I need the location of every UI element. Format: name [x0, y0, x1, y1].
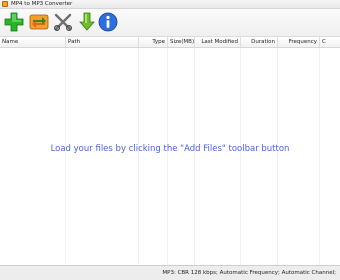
column-duration[interactable]: Duration — [241, 37, 278, 47]
column-path[interactable]: Path — [66, 37, 139, 47]
about-button[interactable] — [98, 12, 118, 32]
scissors-x-icon — [53, 13, 73, 32]
window-title: MP4 to MP3 Converter — [11, 1, 73, 7]
toolbar — [0, 9, 340, 37]
down-arrow-icon — [79, 12, 95, 31]
column-size[interactable]: Size(MB) — [168, 37, 195, 47]
column-divider — [138, 48, 139, 265]
output-format-status: MP3: CBR 128 kbps; Automatic Frequency; … — [162, 270, 336, 276]
column-name[interactable]: Name — [0, 37, 66, 47]
app-window: MP4 to MP3 Converter Name Path Type Size… — [0, 0, 340, 280]
column-divider — [319, 48, 320, 265]
file-list[interactable]: Load your files by clicking the "Add Fil… — [0, 48, 340, 265]
title-bar[interactable]: MP4 to MP3 Converter — [0, 0, 340, 9]
column-divider — [167, 48, 168, 265]
convert-button[interactable] — [29, 12, 49, 32]
table-header: Name Path Type Size(MB) Last Modified Du… — [0, 37, 340, 48]
empty-list-hint: Load your files by clicking the "Add Fil… — [50, 144, 290, 154]
column-frequency[interactable]: Frequency — [278, 37, 320, 47]
column-divider — [65, 48, 66, 265]
info-icon — [98, 12, 118, 32]
status-bar: MP3: CBR 128 kbps; Automatic Frequency; … — [0, 265, 340, 280]
plus-icon — [4, 12, 24, 32]
app-icon — [2, 1, 8, 7]
add-files-button[interactable] — [4, 12, 24, 32]
column-divider — [194, 48, 195, 265]
column-divider — [240, 48, 241, 265]
refresh-arrows-icon — [29, 14, 49, 30]
column-divider — [277, 48, 278, 265]
download-button[interactable] — [77, 12, 97, 32]
remove-button[interactable] — [53, 12, 73, 32]
column-channel[interactable]: C — [320, 37, 340, 47]
column-type[interactable]: Type — [139, 37, 168, 47]
column-last-modified[interactable]: Last Modified — [195, 37, 241, 47]
